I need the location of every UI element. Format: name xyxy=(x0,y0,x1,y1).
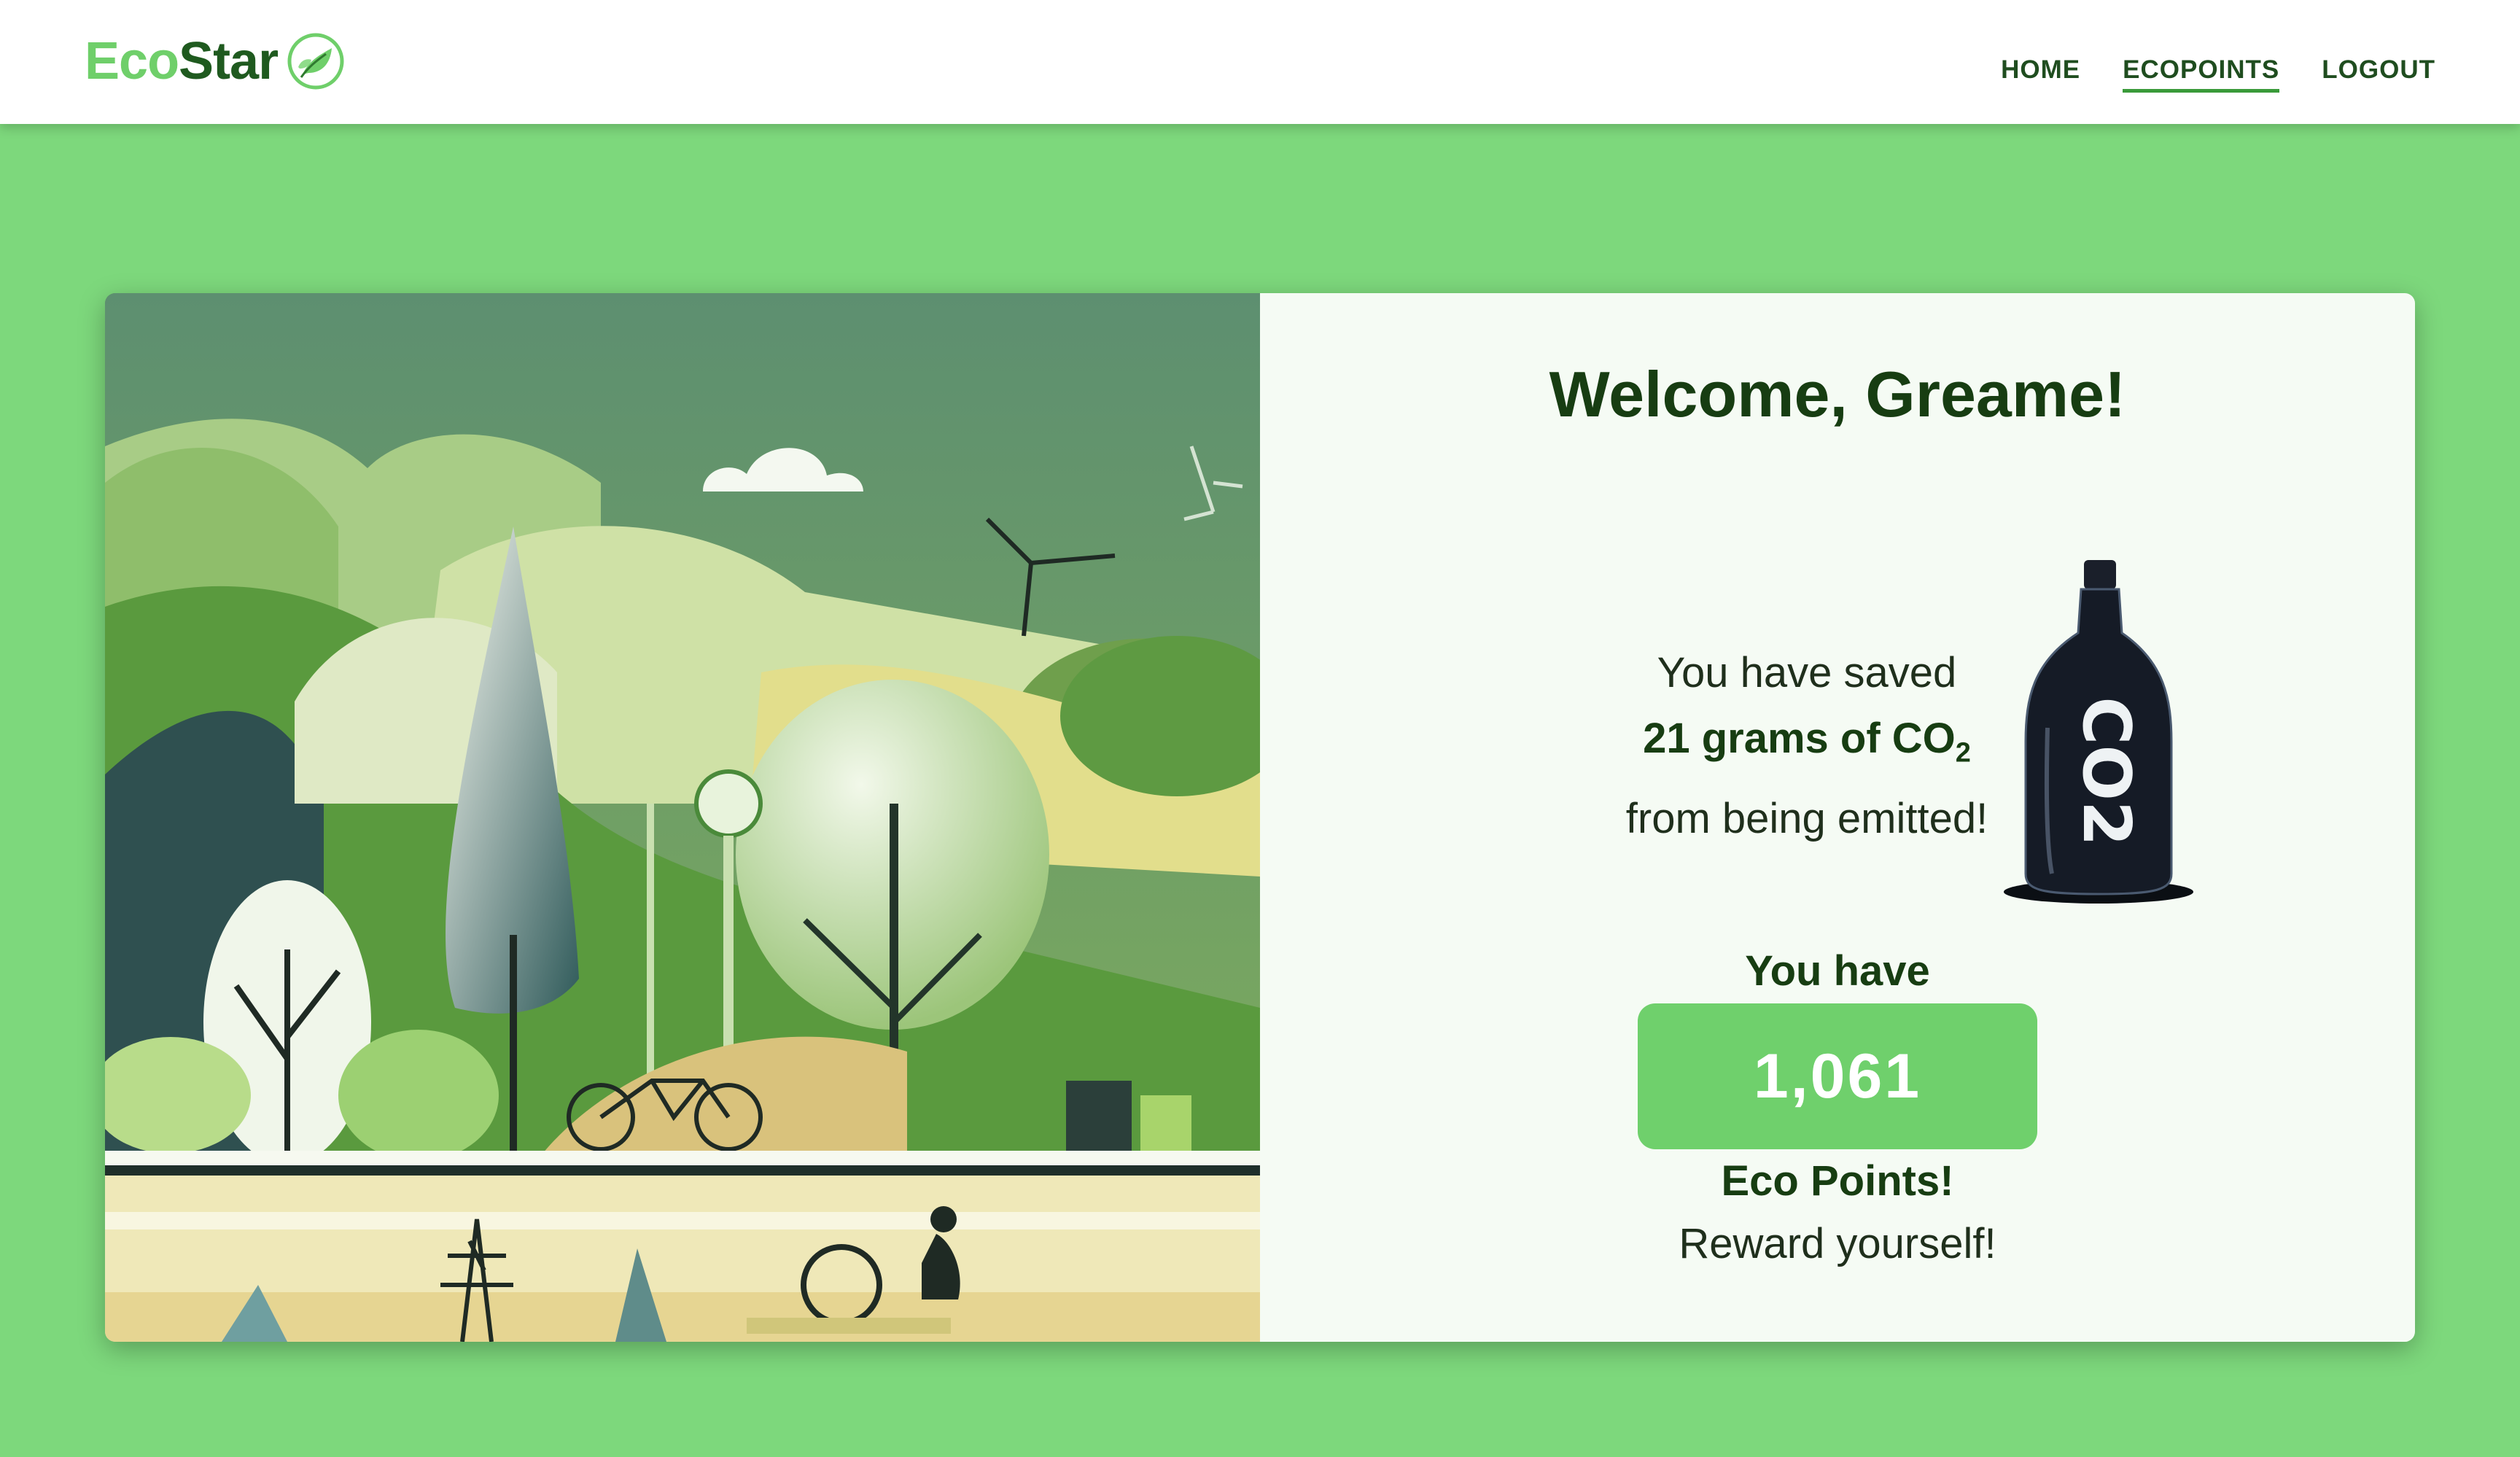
top-navbar: EcoStar HOME ECOPOINTS LOGOUT xyxy=(0,0,2520,124)
eco-points-value: 1,061 xyxy=(1638,1003,2037,1149)
nav-home[interactable]: HOME xyxy=(2001,55,2080,93)
saved-amount-text: 21 grams of CO xyxy=(1643,715,1956,762)
eco-landscape-illustration xyxy=(105,293,1260,1342)
logo-eco: Eco xyxy=(85,32,179,90)
bottle-label: CO2 xyxy=(2068,696,2144,846)
nav-ecopoints[interactable]: ECOPOINTS xyxy=(2123,55,2280,93)
logo-star: Star xyxy=(179,32,279,90)
nav-logout[interactable]: LOGOUT xyxy=(2322,55,2435,93)
eco-points-label: Eco Points! xyxy=(1721,1157,1954,1205)
leaf-icon xyxy=(287,33,344,90)
nav-links: HOME ECOPOINTS LOGOUT xyxy=(2001,55,2435,93)
info-panel: Welcome, Greame! You have saved 21 grams… xyxy=(1260,293,2415,1342)
logo[interactable]: EcoStar xyxy=(85,26,345,96)
logo-text: EcoStar xyxy=(85,31,279,91)
saved-amount-subscript: 2 xyxy=(1955,737,1971,769)
reward-message[interactable]: Reward yourself! xyxy=(1260,1219,2415,1268)
landscape-image xyxy=(105,293,1260,1342)
co2-bottle-image: CO2 xyxy=(2004,560,2193,904)
welcome-heading: Welcome, Greame! xyxy=(1549,358,2126,430)
ecopoints-card: Welcome, Greame! You have saved 21 grams… xyxy=(105,293,2415,1342)
you-have-label: You have xyxy=(1745,947,1930,995)
